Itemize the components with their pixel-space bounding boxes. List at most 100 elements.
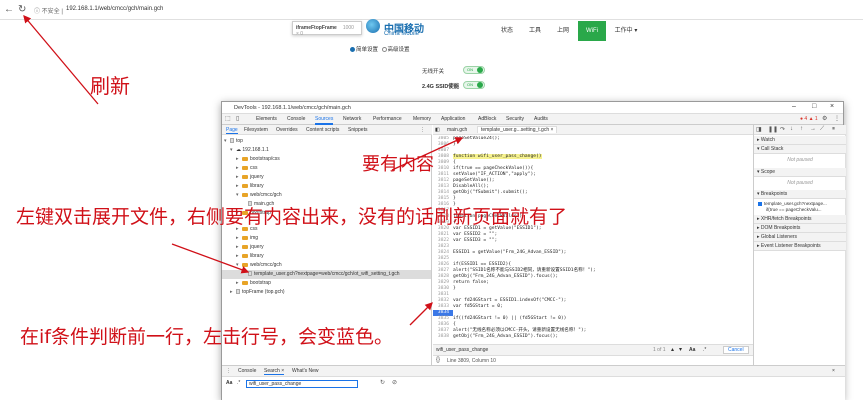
drawer-regex[interactable]: .* <box>237 380 240 386</box>
tab-console[interactable]: Console <box>287 116 305 122</box>
toggle-navigator-icon[interactable]: ◧ <box>435 127 440 133</box>
tree-item-template-user[interactable]: template_user.gch?nextpage=web/cmcc/gch/… <box>222 270 431 279</box>
tree-item[interactable]: ▾ top <box>224 137 243 146</box>
curly-braces-icon[interactable]: {} <box>436 357 440 363</box>
refresh-search-icon[interactable]: ↻ <box>380 379 385 386</box>
code-lines[interactable]: 3805 pageSetValue24(); 3806} 3807 3808 functi… <box>433 136 753 344</box>
tree-item[interactable]: ▸ css <box>236 164 258 173</box>
tree-item[interactable]: ▸ img <box>236 234 258 243</box>
drawer-menu-icon[interactable]: ⋮ <box>226 368 231 374</box>
editor-tab-template[interactable]: template_user.g...setting_t.gch × <box>477 126 558 133</box>
nav-more-icon[interactable]: ⋮ <box>420 127 425 133</box>
drawer-tab-whats-new[interactable]: What's New <box>292 368 319 374</box>
mode-simple-radio[interactable] <box>350 47 355 53</box>
tab-network[interactable]: Network <box>343 116 361 122</box>
tree-item[interactable]: ▸ bootstrap <box>236 279 271 288</box>
drawer-tab-console[interactable]: Console <box>238 368 256 374</box>
settings-gear-icon[interactable]: ⚙ <box>822 115 827 122</box>
nav-tab-filesystem[interactable]: Filesystem <box>244 127 268 133</box>
device-toggle-icon[interactable]: ▯ <box>236 115 239 122</box>
tab-memory[interactable]: Memory <box>413 116 431 122</box>
cancel-button[interactable]: Cancel <box>723 346 749 354</box>
toggle-debugger-icon[interactable]: ◨ <box>756 126 762 133</box>
tree-item[interactable]: ▸ topFrame (top.gch) <box>230 288 285 297</box>
security-indicator[interactable]: ⓘ 不安全 | <box>34 6 63 15</box>
section-event-listener-breakpoints[interactable]: ▸ Event Listener Breakpoints <box>754 242 846 251</box>
editor-tab-main[interactable]: main.gch <box>447 127 467 133</box>
nav-tools[interactable]: 工具 <box>522 21 548 41</box>
nav-tab-page[interactable]: Page <box>226 127 238 134</box>
checkbox-icon[interactable] <box>758 201 762 206</box>
tree-item[interactable]: ▾ ☁ 192.168.1.1 <box>230 146 269 155</box>
clear-search-icon[interactable]: ⊘ <box>392 379 397 386</box>
line-number[interactable]: 3838 <box>433 334 453 340</box>
search-down-icon[interactable]: ▾ <box>679 346 682 353</box>
drawer-match-case[interactable]: Aa <box>226 380 232 386</box>
maximize-icon[interactable]: □ <box>812 103 816 110</box>
nav-tab-content-scripts[interactable]: Content scripts <box>306 127 339 133</box>
step-into-icon[interactable]: ↓ <box>790 126 793 132</box>
url-input[interactable]: 192.168.1.1/web/cmcc/gch/main.gch <box>66 6 163 12</box>
mode-advanced-radio[interactable] <box>381 47 387 53</box>
step-over-icon[interactable]: ↷ <box>780 126 785 133</box>
code-text: var ESSID2 = ""; <box>453 232 498 237</box>
search-up-icon[interactable]: ▴ <box>671 346 674 353</box>
refresh-icon[interactable]: ↻ <box>18 4 26 15</box>
step-out-icon[interactable]: ↑ <box>800 126 803 132</box>
code-text: pageSetValue24(); <box>453 136 501 141</box>
drawer-close-icon[interactable]: × <box>832 368 835 374</box>
tab-application[interactable]: Application <box>441 116 465 122</box>
regex-button[interactable]: .* <box>703 347 706 353</box>
step-icon[interactable]: → <box>810 126 816 132</box>
tab-elements[interactable]: Elements <box>256 116 277 122</box>
navigator-tabs: Page Filesystem Overrides Content script… <box>222 125 432 135</box>
section-global-listeners[interactable]: ▸ Global Listeners <box>754 233 846 242</box>
nav-tab-snippets[interactable]: Snippets <box>348 127 367 133</box>
deactivate-breakpoints-icon[interactable]: ⟋ <box>820 126 824 133</box>
tree-item[interactable]: ▸ library <box>236 252 264 261</box>
section-breakpoints[interactable]: ▾ Breakpoints <box>754 190 846 199</box>
wifi-switch-toggle[interactable]: ON <box>463 66 485 74</box>
inspect-icon[interactable]: ⬚ <box>225 115 231 122</box>
tab-performance[interactable]: Performance <box>373 116 402 122</box>
tree-item[interactable]: ▾ web/cmcc/gch <box>236 191 282 200</box>
pause-icon[interactable]: ❚❚ <box>768 126 778 133</box>
section-xhr-breakpoints[interactable]: ▸ XHR/fetch Breakpoints <box>754 215 846 224</box>
tab-sources[interactable]: Sources <box>315 116 334 125</box>
tree-item[interactable]: ▸ library <box>236 182 264 191</box>
drawer-search-input[interactable]: wifi_user_pass_change <box>246 380 358 388</box>
nav-working[interactable]: 工作中 ▾ <box>610 21 642 41</box>
code-text: } <box>453 196 456 201</box>
tab-audits[interactable]: Audits <box>534 116 548 122</box>
nav-status[interactable]: 状态 <box>494 21 520 41</box>
pause-on-exceptions-icon[interactable]: ⏸ <box>832 126 835 133</box>
match-case-button[interactable]: Aa <box>689 347 695 353</box>
china-mobile-logo-icon <box>366 19 380 33</box>
tree-item[interactable]: ▸ jquery <box>236 243 264 252</box>
browser-address-bar: ← ↻ ⓘ 不安全 | 192.168.1.1/web/cmcc/gch/mai… <box>0 0 863 20</box>
section-scope[interactable]: ▾ Scope <box>754 168 846 177</box>
nav-internet[interactable]: 上网 <box>550 21 576 41</box>
source-editor: ◧ main.gch template_user.g...setting_t.g… <box>433 125 753 365</box>
tree-item[interactable]: ▸ bootstrap/css <box>236 155 280 164</box>
close-icon[interactable]: × <box>830 103 834 110</box>
section-call-stack[interactable]: ▾ Call Stack <box>754 145 846 154</box>
nav-wifi[interactable]: WiFi <box>578 21 606 41</box>
tab-security[interactable]: Security <box>506 116 524 122</box>
drawer-tab-search[interactable]: Search × <box>264 368 285 375</box>
tree-item[interactable]: ▸ jquery <box>236 173 264 182</box>
section-dom-breakpoints[interactable]: ▸ DOM Breakpoints <box>754 224 846 233</box>
back-arrow-icon[interactable]: ← <box>4 4 14 15</box>
editor-search-input[interactable]: wifi_user_pass_change <box>436 347 488 353</box>
nav-tab-overrides[interactable]: Overrides <box>276 127 298 133</box>
cursor-position: Line 3809, Column 10 <box>447 358 496 364</box>
tree-item[interactable]: ▾ web/cmcc/gch <box>236 261 282 270</box>
tab-adblock[interactable]: AdBlock <box>478 116 496 122</box>
section-watch[interactable]: ▸ Watch <box>754 136 846 145</box>
more-menu-icon[interactable]: ⋮ <box>834 115 840 122</box>
error-badge[interactable]: ● 4 ▲ 1 <box>800 116 818 122</box>
ssid-enable-toggle[interactable]: ON <box>463 81 485 89</box>
editor-status-bar: {} Line 3809, Column 10 <box>433 355 753 365</box>
code-line[interactable]: 3838 getObj("Frm_24G_Advan_ESSID").focus(… <box>433 334 753 340</box>
minimize-icon[interactable]: – <box>792 103 796 110</box>
